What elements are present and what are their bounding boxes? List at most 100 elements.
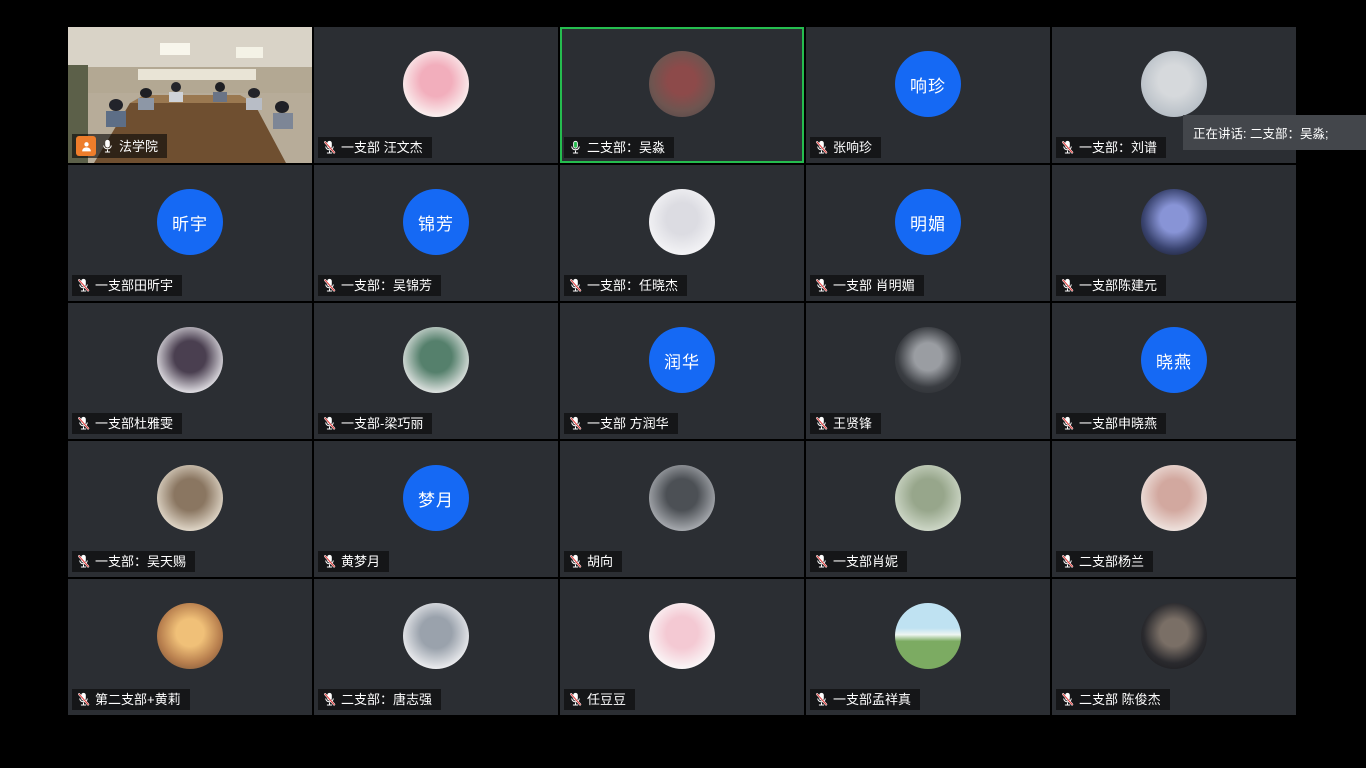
mic-muted-icon <box>1060 140 1075 155</box>
participant-name: 任豆豆 <box>587 691 626 708</box>
participant-tile[interactable]: 二支部：唐志强 <box>314 579 558 715</box>
avatar-cartoon-grey-monster <box>403 603 469 669</box>
mic-speaking-icon <box>568 140 583 155</box>
name-badge: 一支部申晓燕 <box>1056 413 1166 434</box>
participant-tile[interactable]: 一支部：吴天赐 <box>68 441 312 577</box>
participant-name: 王贤锋 <box>833 415 872 432</box>
name-badge: 王贤锋 <box>810 413 881 434</box>
avatar-dark-portrait-glasses <box>1141 603 1207 669</box>
avatar-initials: 响珍 <box>910 72 946 97</box>
participant-tile[interactable]: 王贤锋 <box>806 303 1050 439</box>
mic-muted-icon <box>76 278 91 293</box>
participant-tile[interactable]: 锦芳 一支部：吴锦芳 <box>314 165 558 301</box>
mic-muted-icon <box>568 416 583 431</box>
participant-tile[interactable]: 润华 一支部 方润华 <box>560 303 804 439</box>
avatar: 响珍 <box>895 51 961 117</box>
participant-tile[interactable]: 一支部 汪文杰 <box>314 27 558 163</box>
name-badge: 一支部：吴锦芳 <box>318 275 441 296</box>
name-badge: 一支部：刘谱 <box>1056 137 1166 158</box>
avatar-sunset-silhouette <box>157 603 223 669</box>
mic-muted-icon <box>568 692 583 707</box>
participant-tile[interactable]: 二支部：吴淼 <box>560 27 804 163</box>
participant-tile[interactable]: 昕宇 一支部田昕宇 <box>68 165 312 301</box>
mic-muted-icon <box>322 416 337 431</box>
name-badge: 黄梦月 <box>318 551 389 572</box>
name-badge: 一支部：任晓杰 <box>564 275 687 296</box>
participant-name: 一支部肖妮 <box>833 553 898 570</box>
name-badge: 一支部孟祥真 <box>810 689 920 710</box>
avatar-landscape-field-sky <box>895 603 961 669</box>
participant-name: 法学院 <box>119 138 158 155</box>
participant-name: 一支部：吴锦芳 <box>341 277 432 294</box>
participant-tile[interactable]: 响珍 张响珍 <box>806 27 1050 163</box>
name-badge: 法学院 <box>72 134 167 158</box>
avatar-woman-red-sweater <box>649 51 715 117</box>
mic-muted-icon <box>814 140 829 155</box>
speaking-toast: 正在讲话: 二支部：吴淼; <box>1183 115 1366 150</box>
avatar: 梦月 <box>403 465 469 531</box>
name-badge: 胡向 <box>564 551 622 572</box>
avatar-cartoon-rabbit-skateboard <box>649 189 715 255</box>
avatar-initials: 锦芳 <box>418 210 454 235</box>
avatar-initials: 明媚 <box>910 210 946 235</box>
name-badge: 一支部 汪文杰 <box>318 137 432 158</box>
avatar-cartoon-pig <box>403 51 469 117</box>
name-badge: 一支部：吴天赐 <box>72 551 195 572</box>
participant-tile[interactable]: 任豆豆 <box>560 579 804 715</box>
participant-name: 一支部 肖明媚 <box>833 277 915 294</box>
participant-name: 一支部陈建元 <box>1079 277 1157 294</box>
participant-tile[interactable]: 第二支部+黄莉 <box>68 579 312 715</box>
participant-tile[interactable]: 晓燕 一支部申晓燕 <box>1052 303 1296 439</box>
participant-tile[interactable]: 二支部杨兰 <box>1052 441 1296 577</box>
participant-tile[interactable]: 明媚 一支部 肖明媚 <box>806 165 1050 301</box>
name-badge: 张响珍 <box>810 137 881 158</box>
participant-name: 一支部孟祥真 <box>833 691 911 708</box>
participant-name: 黄梦月 <box>341 553 380 570</box>
participant-tile[interactable]: 胡向 <box>560 441 804 577</box>
mic-muted-icon <box>322 554 337 569</box>
mic-muted-icon <box>76 416 91 431</box>
participant-tile[interactable]: 一支部肖妮 <box>806 441 1050 577</box>
participant-name: 二支部 陈俊杰 <box>1079 691 1161 708</box>
mic-muted-icon <box>1060 278 1075 293</box>
participant-tile[interactable]: 一支部孟祥真 <box>806 579 1050 715</box>
mic-muted-icon <box>814 278 829 293</box>
name-badge: 第二支部+黄莉 <box>72 689 190 710</box>
mic-muted-icon <box>1060 692 1075 707</box>
participant-name: 第二支部+黄莉 <box>95 691 181 708</box>
participant-name: 一支部田昕宇 <box>95 277 173 294</box>
participant-name: 二支部：吴淼 <box>587 139 665 156</box>
participant-name: 一支部 方润华 <box>587 415 669 432</box>
participant-name: 一支部-梁巧丽 <box>341 415 423 432</box>
participant-name: 一支部：任晓杰 <box>587 277 678 294</box>
name-badge: 一支部杜雅雯 <box>72 413 182 434</box>
participant-tile[interactable]: 二支部 陈俊杰 <box>1052 579 1296 715</box>
mic-muted-icon <box>568 554 583 569</box>
participant-name: 胡向 <box>587 553 613 570</box>
participant-name: 二支部：唐志强 <box>341 691 432 708</box>
name-badge: 一支部-梁巧丽 <box>318 413 432 434</box>
name-badge: 二支部 陈俊杰 <box>1056 689 1170 710</box>
avatar-woman-green-dress <box>403 327 469 393</box>
avatar-initials: 润华 <box>664 348 700 373</box>
mic-muted-icon <box>322 278 337 293</box>
avatar-woman-outdoors-green <box>895 465 961 531</box>
participant-tile[interactable]: 梦月 黄梦月 <box>314 441 558 577</box>
participant-tile[interactable]: 一支部陈建元 <box>1052 165 1296 301</box>
participant-grid: 法学院 一支部 汪文杰 二支部：吴淼 响珍 <box>68 27 1296 715</box>
mic-muted-icon <box>1060 416 1075 431</box>
mic-muted-icon <box>322 692 337 707</box>
participant-tile[interactable]: 一支部-梁巧丽 <box>314 303 558 439</box>
participant-tile[interactable]: 一支部杜雅雯 <box>68 303 312 439</box>
avatar: 润华 <box>649 327 715 393</box>
name-badge: 二支部杨兰 <box>1056 551 1153 572</box>
avatar-man-portrait-beige <box>157 465 223 531</box>
participant-tile[interactable]: 一支部：任晓杰 <box>560 165 804 301</box>
participant-tile[interactable]: 法学院 <box>68 27 312 163</box>
participant-name: 二支部杨兰 <box>1079 553 1144 570</box>
avatar-initials: 梦月 <box>418 486 454 511</box>
mic-muted-icon <box>76 692 91 707</box>
name-badge: 一支部 方润华 <box>564 413 678 434</box>
presenter-icon <box>76 136 96 156</box>
mic-muted-icon <box>814 416 829 431</box>
